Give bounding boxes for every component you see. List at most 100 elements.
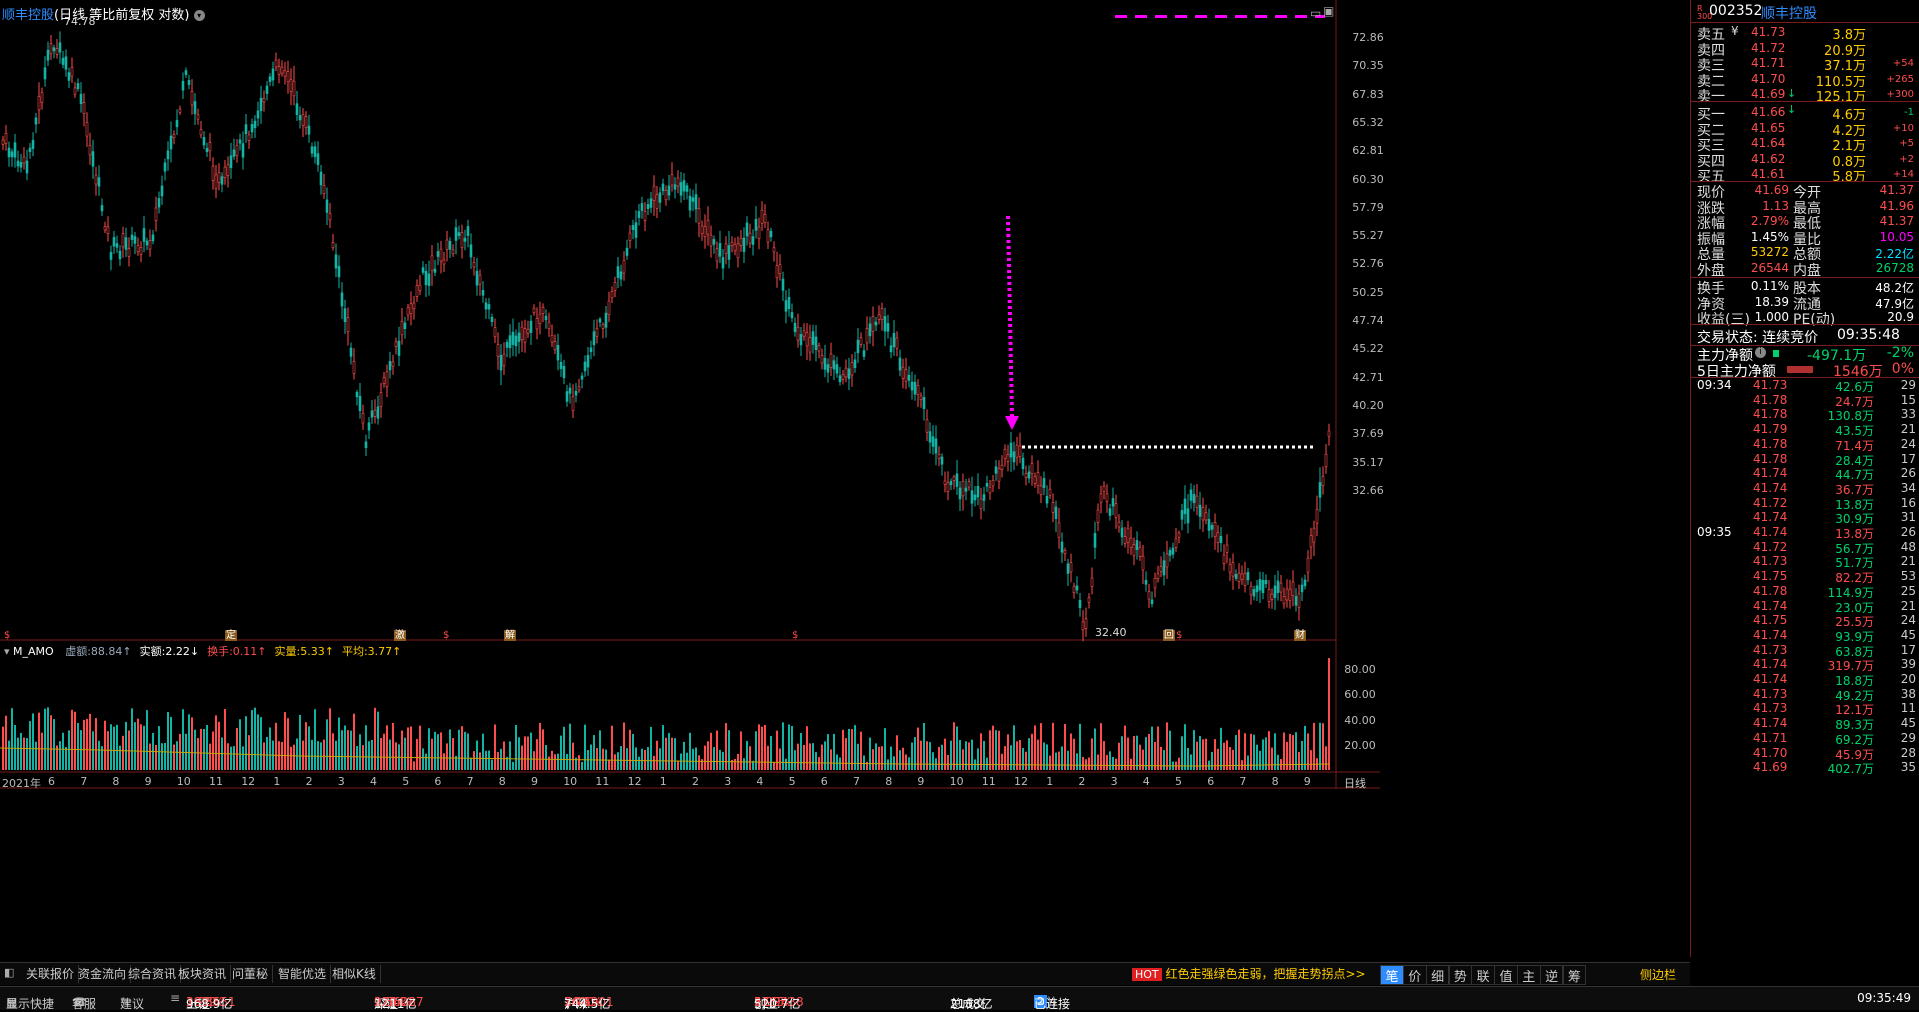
- volume-bar: [260, 717, 262, 770]
- volume-bar: [1130, 758, 1132, 770]
- bottom-tab[interactable]: 资金流向: [74, 965, 132, 983]
- menu-icon[interactable]: ≡: [170, 991, 180, 1005]
- volume-bar: [635, 747, 637, 770]
- volume-bar: [671, 737, 673, 770]
- stat-value: 0.11%: [1750, 279, 1789, 293]
- candlestick: [124, 227, 128, 258]
- stock-name[interactable]: 顺丰控股: [1761, 3, 1817, 23]
- bottom-tab[interactable]: 关联报价: [22, 965, 80, 983]
- mini-tab[interactable]: 细: [1425, 965, 1450, 985]
- bottom-tab[interactable]: 智能优选: [274, 965, 332, 983]
- bottom-tab[interactable]: 综合资讯: [124, 965, 182, 983]
- date-axis-label: 4: [756, 775, 764, 788]
- candlestick: [259, 85, 263, 124]
- candlestick: [814, 324, 818, 362]
- volume-bar: [638, 756, 640, 770]
- mini-tab[interactable]: 逆: [1539, 965, 1564, 985]
- event-marker[interactable]: $: [4, 630, 10, 641]
- volume-collapse-icon[interactable]: ▾: [4, 645, 10, 658]
- event-marker[interactable]: $: [1176, 630, 1182, 641]
- mini-tab[interactable]: 笔: [1380, 965, 1404, 985]
- bottom-tab[interactable]: 相似K线: [328, 965, 381, 983]
- candlestick: [1126, 520, 1130, 554]
- event-marker[interactable]: 激: [394, 630, 406, 641]
- event-marker[interactable]: 解: [504, 630, 516, 641]
- candlestick: [565, 385, 569, 407]
- date-axis-label: 7: [466, 775, 474, 788]
- arrow-left-icon[interactable]: ◧: [4, 966, 14, 979]
- volume-bar: [1151, 726, 1153, 770]
- mini-tab[interactable]: 筹: [1562, 965, 1587, 985]
- candlestick: [892, 320, 896, 356]
- volume-bar: [983, 740, 985, 770]
- volume-bar: [749, 746, 751, 770]
- date-axis-mode: 日线: [1344, 777, 1366, 790]
- candlestick: [544, 309, 548, 329]
- volume-bar: [1115, 758, 1117, 770]
- mini-tab[interactable]: 势: [1448, 965, 1473, 985]
- volume-bar: [23, 737, 25, 770]
- mini-tab[interactable]: 联: [1471, 965, 1496, 985]
- volume-bar: [113, 726, 115, 770]
- candlestick: [781, 271, 785, 301]
- candlestick: [556, 333, 560, 371]
- date-axis-label: 9: [144, 775, 152, 788]
- candlestick: [760, 201, 764, 231]
- mini-tab[interactable]: 值: [1494, 965, 1518, 985]
- volume-bar: [1025, 751, 1027, 770]
- candlestick: [997, 460, 1001, 490]
- candlestick: [55, 39, 59, 59]
- candlestick: [979, 487, 983, 520]
- volume-bar: [746, 740, 748, 770]
- volume-bar: [743, 758, 745, 770]
- candlestick: [112, 230, 116, 254]
- volume-item-value: 2.22: [165, 645, 190, 658]
- event-marker[interactable]: $: [792, 630, 798, 641]
- volume-bar: [242, 746, 244, 770]
- volume-bar: [512, 761, 514, 770]
- stat-value: 1.000: [1754, 310, 1789, 325]
- volume-bar: [689, 732, 691, 770]
- candlestick: [538, 301, 542, 335]
- tick-price: 41.73: [1753, 554, 1788, 569]
- event-marker[interactable]: 财: [1294, 630, 1306, 641]
- tick-count: 34: [1900, 480, 1916, 495]
- kline-chart-area[interactable]: 顺丰控股(日线 等比前复权 对数) ▾ ▭ ▣ 72.86 70.35 67.83 6…: [0, 0, 1636, 957]
- candlestick: [1081, 610, 1085, 642]
- stock-name-label[interactable]: 顺丰控股: [2, 8, 54, 23]
- event-marker[interactable]: 回: [1163, 630, 1175, 641]
- volume-bar: [812, 743, 814, 770]
- collapse-icon[interactable]: ▭: [1310, 6, 1321, 20]
- bottom-tab[interactable]: 板块资讯: [174, 965, 232, 983]
- candlestick: [61, 51, 65, 69]
- volume-bar: [662, 725, 664, 770]
- candlestick: [874, 316, 878, 331]
- volume-bar: [422, 748, 424, 770]
- date-axis-label: 12: [1014, 775, 1028, 788]
- mini-tab[interactable]: 主: [1516, 965, 1541, 985]
- volume-bar: [212, 731, 214, 770]
- candlestick: [37, 82, 41, 124]
- info-icon[interactable]: i: [1755, 347, 1766, 358]
- chevron-down-icon[interactable]: ▾: [193, 10, 205, 21]
- volume-bar: [968, 742, 970, 770]
- window-icon[interactable]: ▣: [1323, 4, 1334, 18]
- candlestick: [463, 229, 467, 251]
- candlestick: [1321, 466, 1325, 495]
- volume-bar: [137, 718, 139, 770]
- candlestick: [796, 313, 800, 348]
- candlestick: [109, 245, 113, 271]
- volume-item-value: 88.84: [90, 645, 123, 658]
- mini-tab[interactable]: 价: [1402, 965, 1427, 985]
- bottom-tab[interactable]: 问董秘: [228, 965, 274, 983]
- candlestick: [805, 323, 809, 361]
- event-marker[interactable]: $: [443, 630, 449, 641]
- volume-bar: [401, 730, 403, 770]
- event-marker[interactable]: 定: [225, 630, 237, 641]
- candlestick: [115, 235, 119, 253]
- candlestick: [643, 202, 647, 232]
- volume-bar: [1049, 755, 1051, 770]
- candlestick: [676, 170, 680, 194]
- hot-banner[interactable]: HOT 红色走强绿色走弱，把握走势拐点>>: [1132, 965, 1366, 983]
- volume-bar: [1040, 723, 1042, 770]
